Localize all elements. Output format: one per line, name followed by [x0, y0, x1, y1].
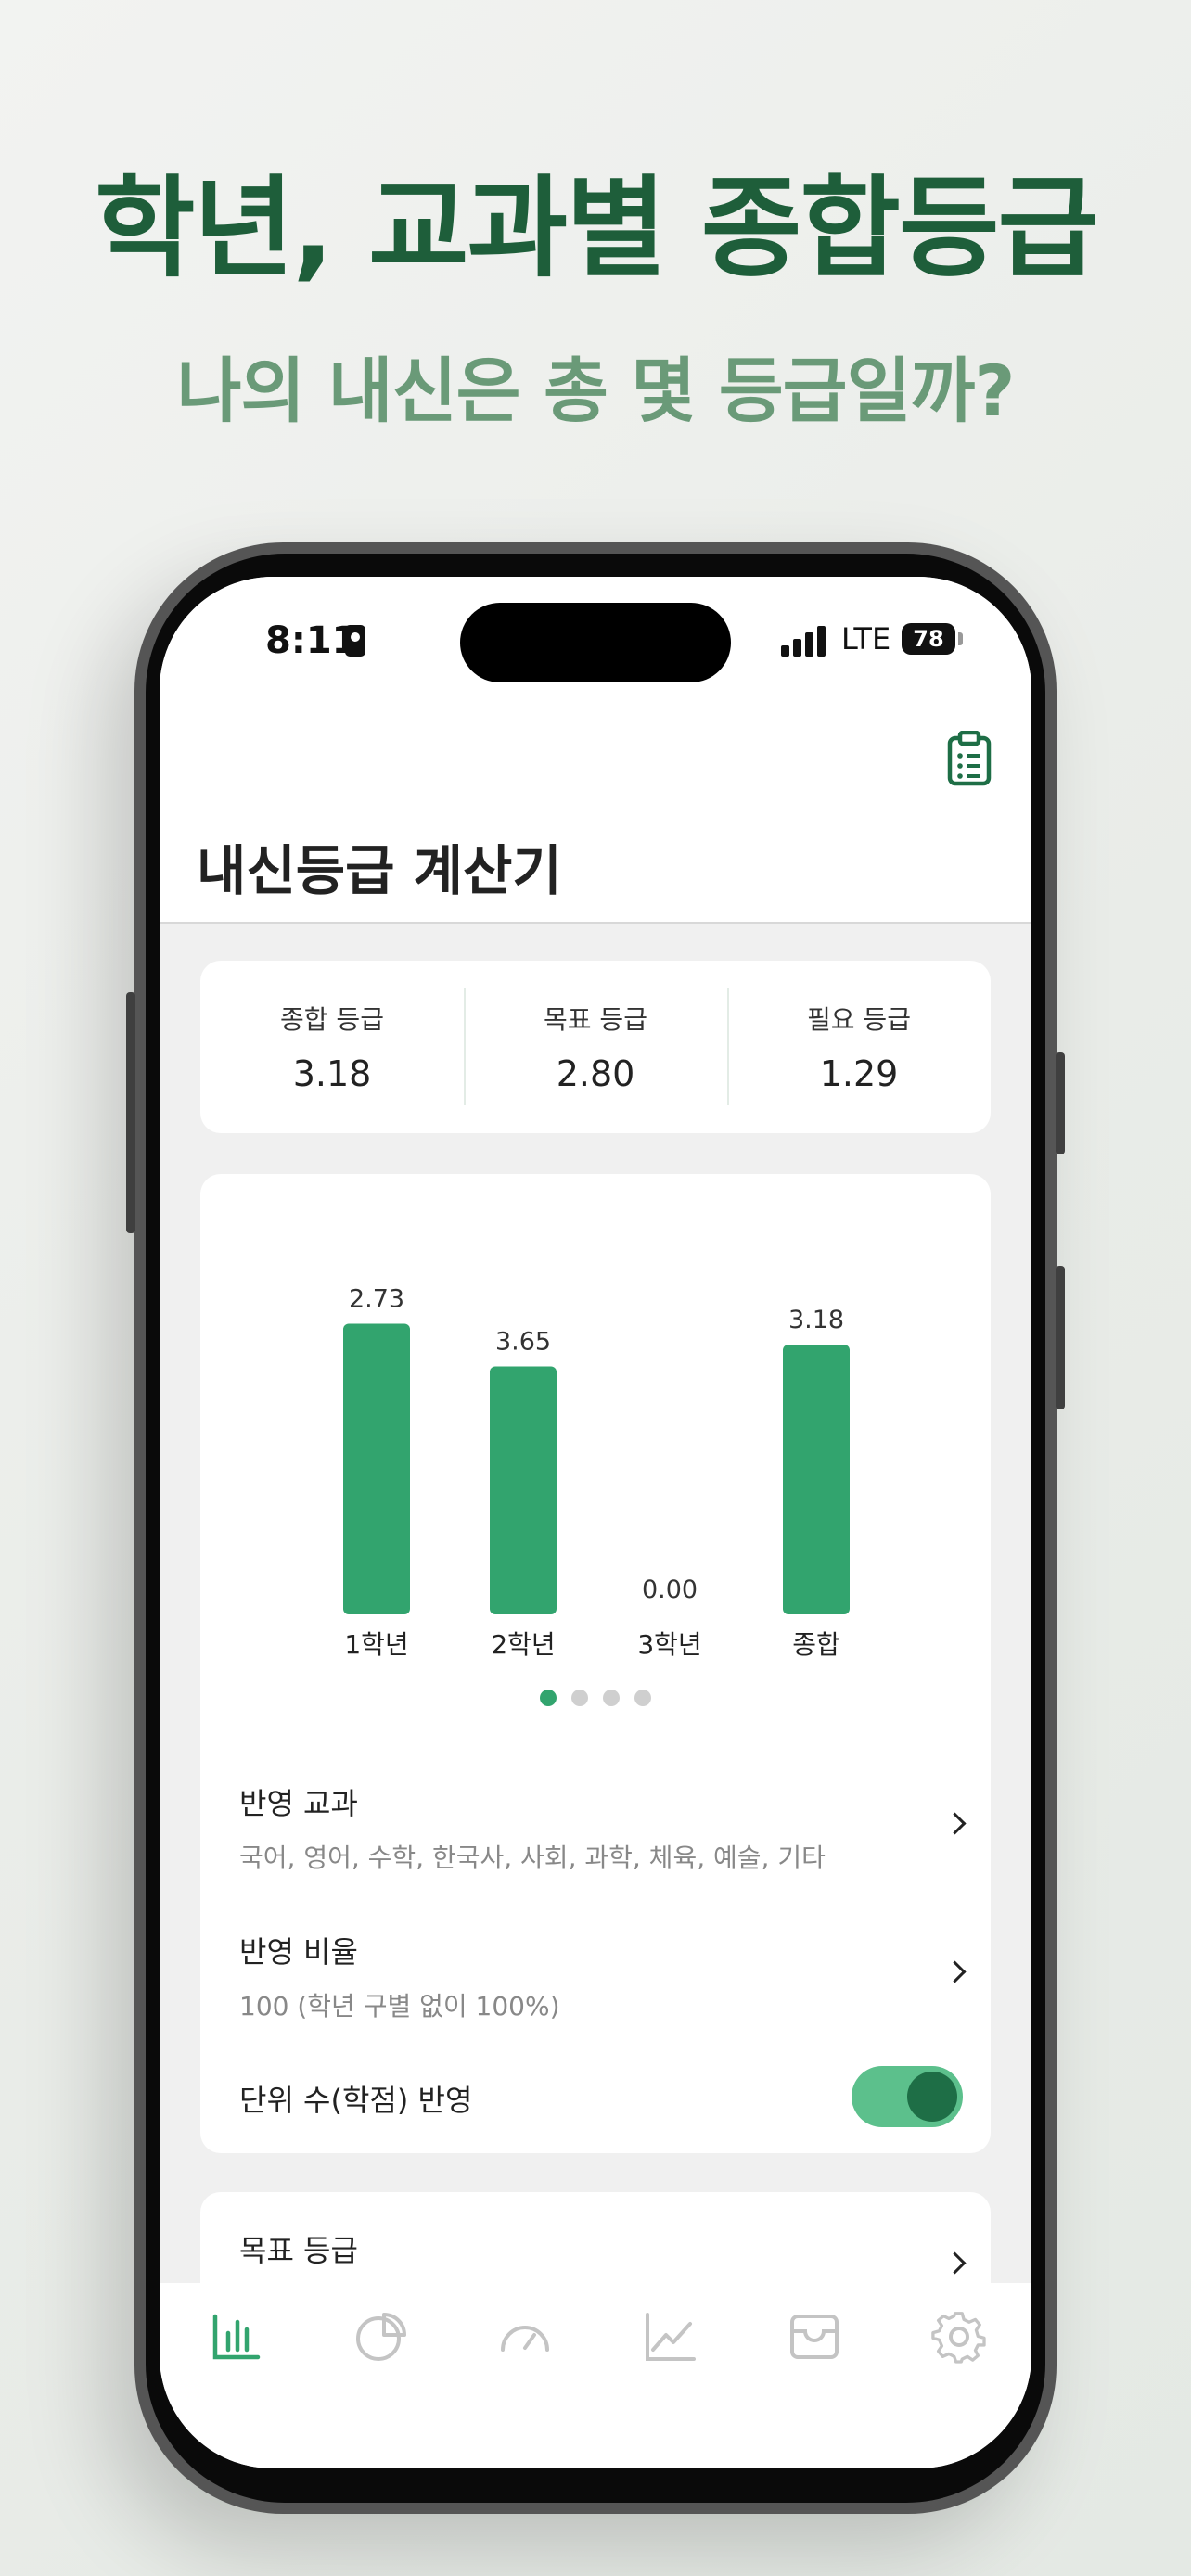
- chart-value-label: 2.73: [349, 1285, 404, 1314]
- promo-subline: 나의 내신은 총 몇 등급일까?: [176, 350, 1015, 432]
- pager-dot[interactable]: [540, 1690, 557, 1706]
- status-time: 8:11: [265, 619, 358, 662]
- chart-category-label: 1학년: [344, 1629, 408, 1660]
- subjects-value: 국어, 영어, 수학, 한국사, 사회, 과학, 체육, 예술, 기타: [239, 1843, 826, 1873]
- inbox-icon[interactable]: [787, 2309, 842, 2365]
- dynamic-island: [460, 603, 731, 682]
- goal-title: 목표 등급: [239, 2233, 358, 2268]
- subjects-row[interactable]: 반영 교과 국어, 영어, 수학, 한국사, 사회, 과학, 체육, 예술, 기…: [239, 1780, 967, 1875]
- signal-icon: [781, 625, 827, 657]
- pie-chart-icon[interactable]: [352, 2309, 408, 2365]
- chart-bar[interactable]: [490, 1366, 557, 1615]
- tab-bar: [160, 2283, 1031, 2468]
- summary-target: 목표 등급 2.80: [464, 961, 727, 1133]
- battery-icon: 78: [902, 623, 955, 655]
- ratio-row[interactable]: 반영 비율 100 (학년 구별 없이 100%): [239, 1929, 967, 2023]
- network-type: LTE: [841, 621, 891, 657]
- summary-value: 2.80: [556, 1053, 635, 1094]
- summary-label: 필요 등급: [807, 1004, 911, 1035]
- promo-headline: 학년, 교과별 종합등급: [94, 164, 1098, 292]
- pager-dot[interactable]: [603, 1690, 620, 1706]
- clipboard-list-icon[interactable]: [946, 731, 992, 786]
- grade-bar-chart[interactable]: 2.73 1학년 3.65 2학년 0.00 3학년 3.18 종합: [200, 1174, 991, 1675]
- line-chart-icon[interactable]: [642, 2309, 698, 2365]
- app-header: 내신등급 계산기: [160, 716, 1031, 924]
- toggle-knob: [907, 2072, 957, 2122]
- ratio-value: 100 (학년 구별 없이 100%): [239, 1991, 560, 2021]
- battery-cap: [958, 632, 963, 645]
- ratio-title: 반영 비율: [239, 1934, 358, 1970]
- pager-dot[interactable]: [634, 1690, 651, 1706]
- chart-value-label: 3.65: [495, 1328, 551, 1357]
- summary-value: 1.29: [819, 1053, 899, 1094]
- gauge-icon[interactable]: [497, 2309, 553, 2365]
- chart-category-label: 종합: [792, 1629, 840, 1660]
- page-title: 내신등급 계산기: [197, 839, 562, 902]
- summary-label: 종합 등급: [280, 1004, 384, 1035]
- app-screen: 8:11 LTE 78 내신등급 계산기 종합 등급 3.18 목표 등급 2.…: [160, 577, 1031, 2468]
- pager-dot[interactable]: [571, 1690, 588, 1706]
- phone-side-button-right-1: [1056, 1052, 1065, 1154]
- credit-row: 단위 수(학점) 반영: [239, 2066, 963, 2127]
- page-indicator[interactable]: [200, 1690, 991, 1710]
- chart-bar[interactable]: [343, 1323, 410, 1615]
- grade-summary-card: 종합 등급 3.18 목표 등급 2.80 필요 등급 1.29: [200, 961, 991, 1133]
- goal-row[interactable]: 목표 등급: [239, 2227, 967, 2275]
- chart-category-label: 2학년: [491, 1629, 555, 1660]
- gear-icon[interactable]: [931, 2309, 987, 2365]
- chart-bar[interactable]: [783, 1345, 850, 1614]
- summary-value: 3.18: [292, 1053, 372, 1094]
- id-card-icon: [345, 625, 365, 657]
- summary-label: 목표 등급: [544, 1004, 647, 1035]
- bar-chart-icon[interactable]: [208, 2309, 263, 2365]
- summary-overall: 종합 등급 3.18: [200, 961, 464, 1133]
- phone-side-button-left: [126, 992, 135, 1233]
- phone-side-button-right-2: [1056, 1266, 1065, 1409]
- chart-card: 2.73 1학년 3.65 2학년 0.00 3학년 3.18 종합 반영 교과 국어, 영어…: [200, 1174, 991, 2153]
- credit-toggle[interactable]: [852, 2066, 963, 2127]
- chart-category-label: 3학년: [637, 1629, 701, 1660]
- chart-value-label: 3.18: [788, 1306, 844, 1334]
- subjects-title: 반영 교과: [239, 1786, 358, 1821]
- chart-value-label: 0.00: [642, 1575, 698, 1604]
- summary-required: 필요 등급 1.29: [727, 961, 991, 1133]
